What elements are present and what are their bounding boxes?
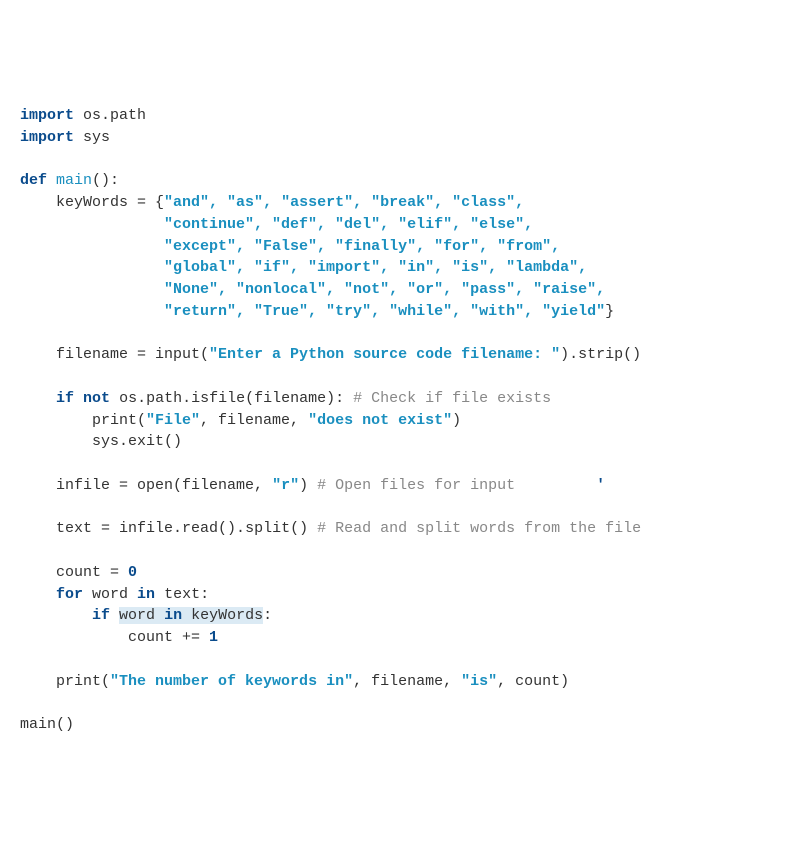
line-22: count = 0 — [20, 564, 137, 581]
comment: # Check if file exists — [353, 390, 551, 407]
kw-if: if — [92, 607, 110, 624]
int-literal: 1 — [209, 629, 218, 646]
line-02: import sys — [20, 129, 110, 146]
line-16: sys.exit() — [20, 433, 182, 450]
line-04: def main(): — [20, 172, 119, 189]
line-27: print("The number of keywords in", filen… — [20, 673, 569, 690]
line-24: if word in keyWords: — [20, 607, 272, 624]
assign: filename = input( — [56, 346, 209, 363]
highlighted-region: word in keyWords — [119, 607, 263, 624]
kw-def: def — [20, 172, 47, 189]
call-main: main() — [20, 716, 74, 733]
comment: # Open files for input — [317, 477, 515, 494]
line-01: import os.path — [20, 107, 146, 124]
kw-import: import — [20, 129, 74, 146]
module-name: sys — [83, 129, 110, 146]
set-items: "return", "True", "try", "while", "with"… — [164, 303, 605, 320]
line-15: print("File", filename, "does not exist"… — [20, 412, 461, 429]
kw-in: in — [137, 586, 155, 603]
comment: # Read and split words from the file — [317, 520, 641, 537]
module-name: os.path — [83, 107, 146, 124]
line-25: count += 1 — [20, 629, 218, 646]
line-10: "return", "True", "try", "while", "with"… — [20, 303, 614, 320]
kw-if: if — [56, 390, 74, 407]
line-06: "continue", "def", "del", "elif", "else"… — [20, 216, 533, 233]
line-08: "global", "if", "import", "in", "is", "l… — [20, 259, 587, 276]
prompt-string: "Enter a Python source code filename: " — [209, 346, 560, 363]
mode-string: "r" — [272, 477, 299, 494]
set-items: "global", "if", "import", "in", "is", "l… — [164, 259, 587, 276]
set-items: "except", "False", "finally", "for", "fr… — [164, 238, 560, 255]
line-05: keyWords = {"and", "as", "assert", "brea… — [20, 194, 524, 211]
line-12: filename = input("Enter a Python source … — [20, 346, 641, 363]
python-source-code: import os.path import sys def main(): ke… — [20, 105, 776, 736]
set-items: "None", "nonlocal", "not", "or", "pass",… — [164, 281, 605, 298]
int-literal: 0 — [128, 564, 137, 581]
assign: keyWords = { — [56, 194, 164, 211]
set-items: "continue", "def", "del", "elif", "else"… — [164, 216, 533, 233]
kw-import: import — [20, 107, 74, 124]
line-23: for word in text: — [20, 586, 209, 603]
set-items: "and", "as", "assert", "break", "class", — [164, 194, 524, 211]
line-07: "except", "False", "finally", "for", "fr… — [20, 238, 560, 255]
line-14: if not os.path.isfile(filename): # Check… — [20, 390, 551, 407]
line-09: "None", "nonlocal", "not", "or", "pass",… — [20, 281, 605, 298]
kw-not: not — [83, 390, 110, 407]
line-20: text = infile.read().split() # Read and … — [20, 520, 641, 537]
kw-for: for — [56, 586, 83, 603]
kw-in: in — [164, 607, 182, 624]
func-name: main — [56, 172, 92, 189]
line-18: infile = open(filename, "r") # Open file… — [20, 477, 605, 494]
caret-mark: ' — [596, 477, 605, 494]
line-29: main() — [20, 716, 74, 733]
